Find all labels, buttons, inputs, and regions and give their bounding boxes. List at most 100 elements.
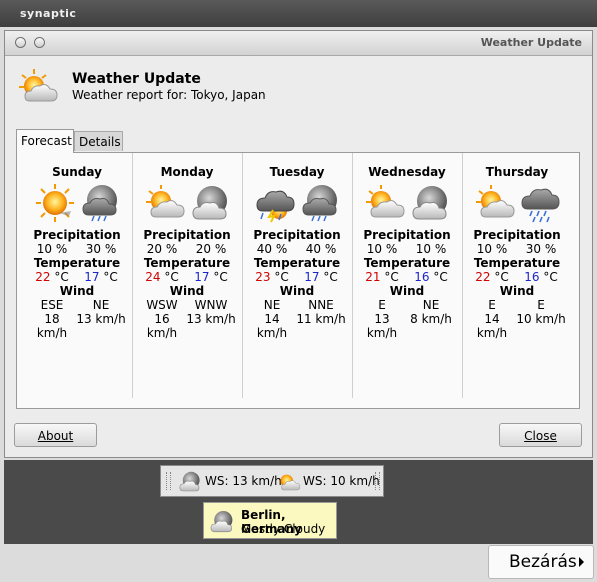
tooltip-condition: Mostly Cloudy xyxy=(241,522,326,536)
wind-speed-day: 16 km/h xyxy=(146,312,178,340)
dialog-titlebar: Weather Update xyxy=(5,31,592,56)
close-window-icon[interactable] xyxy=(15,37,26,48)
close-button[interactable]: Close xyxy=(499,423,582,447)
day-icons xyxy=(242,183,352,225)
precip-night: 30 % xyxy=(525,242,557,256)
wind-dir-night: NNE xyxy=(308,298,334,312)
wind-dir-night: NE xyxy=(422,298,440,312)
forecast-panel: Sunday Precipitation 10 % 30 % Temperatu… xyxy=(16,152,580,409)
weather-update-dialog: Weather Update Weather Update Weather re… xyxy=(4,30,593,458)
tab-forecast[interactable]: Forecast xyxy=(16,129,74,153)
precip-day: 10 % xyxy=(366,242,398,256)
precipitation-label: Precipitation xyxy=(143,228,231,242)
wind-dir-day: E xyxy=(378,298,386,312)
wind-dir-day: NE xyxy=(263,298,281,312)
sunny-icon xyxy=(36,184,74,222)
precip-day: 10 % xyxy=(476,242,508,256)
wind-speed-night: 13 km/h xyxy=(186,312,236,326)
wind-label: Wind xyxy=(169,284,205,298)
precip-night: 10 % xyxy=(415,242,447,256)
wind-speed-night: 10 km/h xyxy=(516,312,566,326)
wind-dir-night: E xyxy=(537,298,545,312)
partly-cloudy-icon xyxy=(19,69,58,102)
forecast-day-monday: Monday Precipitation 20 % 20 % Temperatu… xyxy=(132,153,243,398)
day-name: Wednesday xyxy=(368,165,446,179)
precip-day: 40 % xyxy=(256,242,288,256)
precip-day: 10 % xyxy=(36,242,68,256)
temp-high: 22 °C xyxy=(35,270,69,284)
temp-low: 16 °C xyxy=(414,270,448,284)
weather-applet[interactable]: WS: 13 km/h WS: 10 km/h xyxy=(160,465,384,497)
wind-dir-night: WNW xyxy=(194,298,228,312)
partly-cloudy-icon xyxy=(476,185,515,218)
header-subtitle: Weather report for: Tokyo, Japan xyxy=(72,88,266,102)
precip-night: 40 % xyxy=(305,242,337,256)
drag-handle-right[interactable] xyxy=(375,472,380,490)
day-name: Tuesday xyxy=(269,165,325,179)
cloudy-night-icon xyxy=(179,471,200,492)
temperature-label: Temperature xyxy=(143,256,231,270)
wind-dir-day: ESE xyxy=(40,298,64,312)
wind-dir-day: E xyxy=(488,298,496,312)
temp-low: 17 °C xyxy=(84,270,118,284)
temp-high: 23 °C xyxy=(255,270,289,284)
precip-night: 30 % xyxy=(85,242,117,256)
wind-speed-day: 14 km/h xyxy=(476,312,508,340)
precip-day: 20 % xyxy=(146,242,178,256)
partly-cloudy-icon xyxy=(280,474,301,491)
precipitation-label: Precipitation xyxy=(473,228,561,242)
wind-speed-day: 18 km/h xyxy=(36,312,68,340)
temperature-label: Temperature xyxy=(253,256,341,270)
temp-high: 24 °C xyxy=(145,270,179,284)
temperature-label: Temperature xyxy=(33,256,121,270)
forecast-day-sunday: Sunday Precipitation 10 % 30 % Temperatu… xyxy=(22,153,133,398)
cloudy-night-icon xyxy=(412,186,447,220)
wind-label: Wind xyxy=(59,284,95,298)
showers-icon xyxy=(521,188,560,223)
forecast-day-wednesday: Wednesday Precipitation 10 % 10 % Temper… xyxy=(352,153,463,398)
tab-details[interactable]: Details xyxy=(74,131,123,151)
temp-low: 17 °C xyxy=(304,270,338,284)
day-name: Thursday xyxy=(485,165,549,179)
precip-night: 20 % xyxy=(195,242,227,256)
partly-cloudy-icon xyxy=(146,185,185,218)
applet-wind-speed-1: WS: 13 km/h xyxy=(205,474,282,488)
wind-label: Wind xyxy=(389,284,425,298)
thunderstorm-icon xyxy=(256,190,295,223)
day-name: Sunday xyxy=(52,165,102,179)
drag-handle-left[interactable] xyxy=(166,472,171,490)
wind-speed-night: 8 km/h xyxy=(410,312,452,326)
applet-wind-speed-2: WS: 10 km/h xyxy=(303,474,380,488)
wind-speed-day: 13 km/h xyxy=(366,312,398,340)
precipitation-label: Precipitation xyxy=(33,228,121,242)
rain-night-icon xyxy=(82,185,117,222)
mouse-cursor xyxy=(579,557,584,567)
dialog-title: Weather Update xyxy=(480,36,582,49)
wind-speed-night: 13 km/h xyxy=(76,312,126,326)
about-button[interactable]: About xyxy=(14,423,97,447)
day-name: Monday xyxy=(160,165,214,179)
weather-tooltip: Berlin, Germany Mostly Cloudy xyxy=(203,502,337,539)
temp-low: 16 °C xyxy=(524,270,558,284)
temp-high: 22 °C xyxy=(475,270,509,284)
temperature-label: Temperature xyxy=(473,256,561,270)
cloudy-night-icon xyxy=(210,510,233,533)
day-icons xyxy=(352,183,462,225)
synaptic-titlebar: synaptic xyxy=(0,0,597,27)
maximize-window-icon[interactable] xyxy=(34,37,45,48)
wind-speed-night: 11 km/h xyxy=(296,312,346,326)
day-icons xyxy=(462,183,572,225)
wind-label: Wind xyxy=(499,284,535,298)
day-icons xyxy=(22,183,132,225)
bezaras-label: Bezárás xyxy=(509,552,577,572)
precipitation-label: Precipitation xyxy=(253,228,341,242)
day-icons xyxy=(132,183,242,225)
synaptic-title: synaptic xyxy=(20,7,77,20)
temp-high: 21 °C xyxy=(365,270,399,284)
wind-speed-day: 14 km/h xyxy=(256,312,288,340)
partly-cloudy-icon xyxy=(366,185,405,218)
temperature-label: Temperature xyxy=(363,256,451,270)
rain-night-icon xyxy=(302,185,337,222)
cloudy-night-icon xyxy=(192,186,227,220)
temp-low: 17 °C xyxy=(194,270,228,284)
